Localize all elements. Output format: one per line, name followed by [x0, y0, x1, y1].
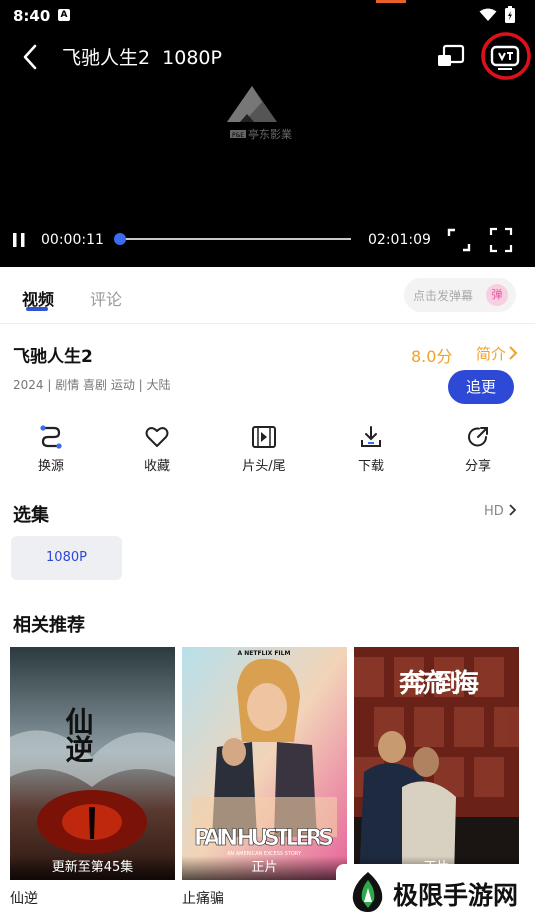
site-name: 极限手游网: [393, 881, 519, 910]
poster-artwork: 仙逆: [10, 647, 175, 880]
poster-title-text: PAIN HUSTLERS: [194, 826, 334, 851]
poster-name: 仙逆: [10, 891, 38, 907]
screen-cast-icon[interactable]: [436, 44, 466, 70]
related-poster-2[interactable]: A NETFLIX FILM PAIN HUSTLERS AN AMERICAN…: [182, 647, 347, 880]
total-time: 02:01:09: [368, 232, 431, 248]
back-arrow-icon[interactable]: [22, 44, 38, 70]
related-title: 相关推荐: [13, 615, 85, 636]
quality-selector[interactable]: HD: [484, 504, 517, 519]
studio-watermark-logo: P&E 亭东影業: [227, 86, 292, 141]
action-skip-intro[interactable]: 片头/尾: [219, 424, 309, 474]
tab-active-indicator: [26, 307, 48, 311]
site-logo-icon: [352, 872, 383, 912]
annotation-circle: [481, 32, 531, 80]
poster-name: 止痛骗: [182, 891, 224, 907]
action-favorite[interactable]: 收藏: [112, 424, 202, 474]
action-label: 片头/尾: [242, 459, 286, 474]
related-poster-1[interactable]: 仙逆 更新至第45集: [10, 647, 175, 880]
heart-icon: [145, 427, 169, 447]
watermark-sub-text: P&E: [232, 132, 244, 139]
poster-artwork: 奔流到海: [354, 647, 519, 880]
skip-intro-icon: [252, 426, 276, 448]
poster-title-text: 仙逆: [62, 707, 95, 764]
intro-label: 简介: [476, 345, 507, 363]
quality-label: HD: [484, 504, 504, 519]
action-label: 换源: [37, 459, 64, 474]
divider: [0, 323, 535, 324]
switch-source-icon: [40, 425, 62, 449]
rotate-screen-icon[interactable]: [489, 227, 513, 253]
poster-caption: 正片: [182, 856, 347, 880]
status-accent-bar: [376, 0, 406, 3]
poster-caption: 更新至第45集: [10, 856, 175, 880]
download-icon: [361, 426, 381, 447]
progress-thumb[interactable]: [114, 233, 126, 245]
current-time: 00:00:11: [41, 232, 104, 248]
tab-comments[interactable]: 评论: [90, 286, 122, 310]
watermark-text: 亭东影業: [248, 127, 292, 141]
poster-artwork: A NETFLIX FILM PAIN HUSTLERS AN AMERICAN…: [182, 647, 347, 880]
danmaku-icon[interactable]: 弹: [486, 284, 508, 306]
chevron-right-icon: [509, 346, 518, 360]
fullscreen-icon[interactable]: [446, 227, 472, 253]
poster-top-text: A NETFLIX FILM: [238, 650, 291, 657]
battery-icon: [505, 6, 515, 23]
action-share[interactable]: 分享: [433, 424, 523, 474]
action-label: 下载: [357, 459, 384, 474]
action-switch-source[interactable]: 换源: [6, 424, 96, 474]
pause-icon[interactable]: [11, 231, 27, 249]
movie-meta: 2024 | 剧情 喜剧 运动 | 大陆: [13, 378, 171, 392]
rating: 8.0分: [411, 347, 453, 366]
action-label: 分享: [464, 459, 491, 474]
progress-track[interactable]: [118, 238, 351, 240]
wifi-icon: [479, 8, 497, 21]
poster-title-text: 奔流到海: [399, 669, 479, 699]
danmaku-placeholder: 点击发弹幕: [413, 289, 474, 303]
intro-link[interactable]: 简介: [476, 343, 518, 364]
share-icon: [468, 427, 488, 447]
movie-title: 飞驰人生2: [13, 347, 93, 367]
status-time: 8:40: [13, 7, 51, 25]
episodes-title: 选集: [13, 505, 49, 526]
related-poster-3[interactable]: 奔流到海 正片: [354, 647, 519, 880]
action-download[interactable]: 下载: [326, 424, 416, 474]
episode-item[interactable]: 1080P: [11, 536, 122, 580]
chevron-right-icon: [509, 504, 517, 516]
video-title: 飞驰人生2 1080P: [62, 47, 222, 69]
action-label: 收藏: [143, 459, 170, 474]
notification-icon: A: [58, 9, 70, 21]
follow-button[interactable]: 追更: [448, 370, 514, 404]
